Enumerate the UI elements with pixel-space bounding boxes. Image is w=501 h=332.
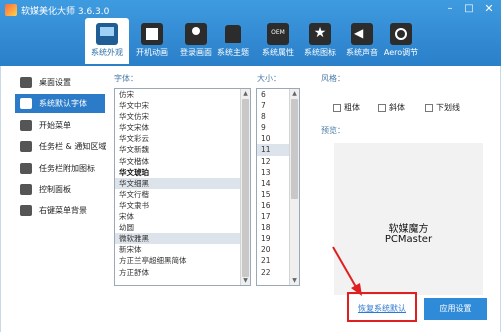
preview-heading: 预览： (321, 126, 345, 135)
preview-line-2: PCMaster (384, 234, 433, 245)
sidebar-item-taskbar-extra-icons[interactable]: 任务栏附加图标 (15, 159, 105, 178)
tab-system-sounds[interactable]: 系统声音 (340, 18, 384, 64)
sidebar-item-control-panel[interactable]: 控制面板 (15, 180, 105, 199)
computer-icon (96, 23, 118, 45)
sidebar-item-label: 桌面设置 (39, 78, 71, 87)
font-list-item[interactable]: 新宋体 (115, 244, 250, 255)
sidebar-item-label: 系统默认字体 (39, 99, 87, 108)
style-heading: 风格： (321, 74, 345, 83)
maximize-button[interactable]: □ (461, 2, 477, 16)
aero-icon (390, 23, 412, 45)
main-content: 桌面设置 系统默认字体 开始菜单 任务栏 & 通知区域 任务栏附加图标 控制面板… (0, 66, 501, 332)
context-menu-icon (20, 205, 32, 216)
sidebar-item-label: 右键菜单背景 (39, 206, 87, 215)
apply-settings-button[interactable]: 应用设置 (424, 298, 487, 320)
sidebar-item-desktop-settings[interactable]: 桌面设置 (15, 73, 105, 92)
tab-label: 开机动画 (136, 48, 168, 57)
star-icon (309, 23, 331, 45)
shirt-icon (222, 23, 244, 45)
sidebar-item-label: 任务栏附加图标 (39, 164, 95, 173)
tab-aero[interactable]: Aero调节 (379, 18, 423, 64)
font-list-item[interactable]: 华文新魏 (115, 144, 250, 155)
sidebar-item-label: 开始菜单 (39, 121, 71, 130)
size-heading: 大小： (257, 74, 281, 83)
font-list[interactable]: 仿宋 华文中宋 华文仿宋 华文宋体 华文彩云 华文新魏 华文楷体 华文琥珀 华文细黑 华文行楷 华文… (114, 88, 251, 286)
underline-label: 下划线 (436, 103, 460, 112)
font-list-item[interactable]: 微软雅黑 (115, 233, 250, 245)
size-list-scrollbar[interactable]: ▲ ▼ (289, 89, 299, 285)
font-list-item[interactable]: 华文行楷 (115, 189, 250, 200)
window-title: 软媒美化大师 3.6.3.0 (21, 7, 110, 17)
font-list-item[interactable]: 华文仿宋 (115, 111, 250, 122)
restore-default-link[interactable]: 恢复系统默认 (349, 303, 415, 314)
desktop-settings-icon (20, 77, 32, 88)
font-heading: 字体： (114, 74, 138, 83)
underline-checkbox[interactable] (425, 104, 433, 112)
sidebar-item-label: 任务栏 & 通知区域 (39, 142, 107, 151)
font-list-item[interactable]: 华文宋体 (115, 122, 250, 133)
scroll-down-icon[interactable]: ▼ (290, 276, 299, 285)
bold-label: 粗体 (344, 103, 360, 112)
font-list-item[interactable]: 华文琥珀 (115, 167, 250, 178)
tab-system-appearance[interactable]: 系统外观 (85, 18, 129, 64)
speaker-icon (351, 23, 373, 45)
scroll-thumb[interactable] (242, 99, 249, 277)
bold-checkbox[interactable] (333, 104, 341, 112)
oem-icon (267, 23, 289, 45)
font-list-item[interactable]: 宋体 (115, 211, 250, 222)
user-login-icon (185, 23, 207, 45)
annotation-highlight-box: 恢复系统默认 (347, 292, 417, 322)
top-toolbar: 软媒美化大师 3.6.3.0 – □ ✕ 系统外观 开机动画 登录画面 系统主题… (0, 0, 501, 66)
font-list-item[interactable]: 仿宋 (115, 89, 250, 100)
taskbar-icon (20, 141, 32, 152)
font-list-item[interactable]: 华文中宋 (115, 100, 250, 111)
tab-system-properties[interactable]: 系统属性 (256, 18, 300, 64)
scroll-down-icon[interactable]: ▼ (241, 276, 250, 285)
font-icon (20, 98, 32, 109)
font-list-item[interactable]: 华文细黑 (115, 177, 250, 189)
font-preview: 软媒魔方 PCMaster (334, 143, 483, 295)
tab-system-theme[interactable]: 系统主题 (211, 18, 255, 64)
scroll-thumb[interactable] (291, 99, 298, 199)
scroll-up-icon[interactable]: ▲ (290, 89, 299, 98)
tab-boot-animation[interactable]: 开机动画 (130, 18, 174, 64)
sidebar-item-context-menu-bg[interactable]: 右键菜单背景 (15, 201, 105, 220)
tab-label: 系统声音 (346, 48, 378, 57)
sidebar-item-label: 控制面板 (39, 185, 71, 194)
scroll-up-icon[interactable]: ▲ (241, 89, 250, 98)
font-list-item[interactable]: 华文彩云 (115, 133, 250, 144)
taskbar-extra-icon (20, 163, 32, 174)
font-list-item[interactable]: 方正舒体 (115, 267, 250, 278)
italic-label: 斜体 (389, 103, 405, 112)
tab-system-icons[interactable]: 系统图标 (298, 18, 342, 64)
close-button[interactable]: ✕ (481, 2, 497, 16)
font-list-item[interactable]: 方正兰亭超细黑简体 (115, 255, 250, 266)
font-rows: 仿宋 华文中宋 华文仿宋 华文宋体 华文彩云 华文新魏 华文楷体 华文琥珀 华文细黑 华文行楷 华文… (115, 89, 250, 278)
tab-label: 系统图标 (304, 48, 336, 57)
sidebar-item-default-font[interactable]: 系统默认字体 (15, 94, 105, 113)
start-menu-icon (20, 120, 32, 131)
font-list-scrollbar[interactable]: ▲ ▼ (240, 89, 250, 285)
italic-checkbox[interactable] (378, 104, 386, 112)
tab-label: 系统属性 (262, 48, 294, 57)
font-list-item[interactable]: 华文隶书 (115, 200, 250, 211)
tab-label: Aero调节 (383, 48, 419, 57)
tab-label: 系统外观 (91, 48, 123, 57)
preview-line-1: 软媒魔方 (388, 224, 429, 235)
control-panel-icon (20, 184, 32, 195)
font-list-item[interactable]: 幼圆 (115, 222, 250, 233)
minimize-button[interactable]: – (442, 2, 458, 16)
size-list[interactable]: 6 7 8 9 10 11 12 13 14 15 16 17 18 19 20 21 22 ▲ ▼ (256, 88, 300, 286)
sidebar-item-taskbar-notification[interactable]: 任务栏 & 通知区域 (15, 137, 107, 156)
sidebar-item-start-menu[interactable]: 开始菜单 (15, 116, 105, 135)
app-logo-icon (5, 4, 17, 16)
tab-label: 系统主题 (217, 48, 249, 57)
film-icon (141, 23, 163, 45)
font-list-item[interactable]: 华文楷体 (115, 156, 250, 167)
